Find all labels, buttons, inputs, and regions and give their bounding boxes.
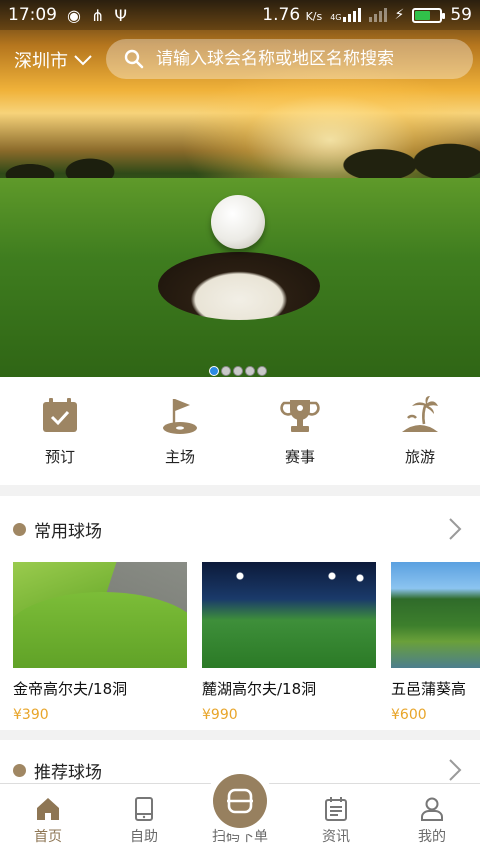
course-image bbox=[13, 562, 187, 668]
nav-label: 首页 bbox=[34, 829, 62, 845]
status-bar: 17:09 ◉ ⋔ Ψ 1.76 K/s 4G ⚡ 59 bbox=[0, 0, 480, 30]
course-price: ¥390 bbox=[13, 707, 49, 723]
course-price: ¥990 bbox=[202, 707, 238, 723]
golf-hole bbox=[158, 252, 320, 320]
course-image bbox=[391, 562, 480, 668]
battery-icon bbox=[412, 7, 446, 23]
course-price: ¥600 bbox=[391, 707, 427, 723]
section-header[interactable]: 常用球场 bbox=[0, 496, 480, 562]
course-card-list: 金帝高尔夫/18洞 ¥390 麓湖高尔夫/18洞 ¥990 五邑蒲葵高 ¥600 bbox=[0, 562, 480, 723]
search-icon bbox=[124, 49, 144, 69]
status-time: 17:09 bbox=[8, 5, 57, 25]
search-input[interactable] bbox=[156, 49, 456, 69]
quick-entry-home-course[interactable]: 主场 bbox=[135, 396, 225, 467]
chevron-right-icon[interactable] bbox=[448, 758, 462, 782]
course-name: 金帝高尔夫/18洞 bbox=[13, 680, 128, 698]
usb-icon: Ψ bbox=[114, 5, 127, 25]
common-courses-section: 常用球场 金帝高尔夫/18洞 ¥390 麓湖高尔夫/18洞 ¥990 五邑蒲葵高… bbox=[0, 496, 480, 730]
tablet-icon bbox=[135, 797, 153, 821]
course-name: 麓湖高尔夫/18洞 bbox=[202, 680, 317, 698]
quick-entry-events[interactable]: 赛事 bbox=[255, 396, 345, 467]
scan-order-button[interactable] bbox=[206, 767, 274, 835]
course-card[interactable]: 麓湖高尔夫/18洞 ¥990 bbox=[202, 562, 376, 723]
search-bar[interactable] bbox=[106, 39, 473, 79]
nav-label: 我的 bbox=[418, 829, 446, 845]
charging-icon: ⚡ bbox=[394, 7, 405, 23]
quick-entry-bar: 预订 主场 赛事 旅游 bbox=[0, 377, 480, 485]
course-card[interactable]: 金帝高尔夫/18洞 ¥390 bbox=[13, 562, 187, 723]
nav-news[interactable]: 资讯 bbox=[288, 784, 384, 854]
network-speed: 1.76 K/s bbox=[262, 5, 323, 25]
section-bullet-icon bbox=[13, 763, 26, 777]
nav-home[interactable]: 首页 bbox=[0, 784, 96, 854]
city-selector[interactable]: 深圳市 bbox=[14, 46, 92, 74]
pagination-dot[interactable] bbox=[209, 366, 219, 376]
nav-label: 资讯 bbox=[322, 829, 350, 845]
news-icon bbox=[325, 797, 347, 821]
scan-icon bbox=[213, 774, 267, 828]
battery-percent: 59 bbox=[450, 5, 472, 25]
nav-label: 自助 bbox=[130, 829, 158, 845]
nav-self-service[interactable]: 自助 bbox=[96, 784, 192, 854]
section-title: 常用球场 bbox=[34, 521, 102, 542]
chevron-right-icon[interactable] bbox=[448, 517, 462, 541]
section-bullet-icon bbox=[13, 522, 26, 536]
pagination-dot[interactable] bbox=[233, 366, 243, 376]
pagination-dot[interactable] bbox=[245, 366, 255, 376]
signal-2-icon bbox=[368, 8, 387, 22]
usb-share-icon: ⋔ bbox=[90, 5, 105, 25]
pagination-dot[interactable] bbox=[257, 366, 267, 376]
quick-entry-label: 赛事 bbox=[284, 447, 315, 466]
calendar-check-icon bbox=[43, 397, 77, 432]
quick-entry-label: 主场 bbox=[164, 447, 195, 466]
home-icon bbox=[37, 798, 59, 820]
pagination-dot[interactable] bbox=[221, 366, 231, 376]
nav-profile[interactable]: 我的 bbox=[384, 784, 480, 854]
quick-entry-travel[interactable]: 旅游 bbox=[375, 395, 465, 467]
quick-entry-booking[interactable]: 预订 bbox=[15, 396, 105, 467]
course-card[interactable]: 五邑蒲葵高 ¥600 bbox=[391, 562, 480, 723]
city-label: 深圳市 bbox=[14, 51, 68, 72]
user-icon bbox=[421, 797, 443, 821]
banner-pagination bbox=[209, 366, 267, 376]
course-name: 五邑蒲葵高 bbox=[391, 680, 467, 698]
golf-flag-icon bbox=[163, 398, 197, 434]
section-title: 推荐球场 bbox=[34, 762, 102, 783]
golf-ball bbox=[211, 195, 265, 249]
quick-entry-label: 旅游 bbox=[404, 447, 435, 466]
course-image bbox=[202, 562, 376, 668]
chevron-down-icon bbox=[74, 55, 92, 66]
quick-entry-label: 预订 bbox=[44, 447, 75, 466]
signal-4g-icon: 4G bbox=[330, 8, 361, 22]
trophy-icon bbox=[280, 399, 320, 432]
hotspot-icon: ◉ bbox=[67, 5, 81, 25]
palm-island-icon bbox=[402, 395, 438, 432]
